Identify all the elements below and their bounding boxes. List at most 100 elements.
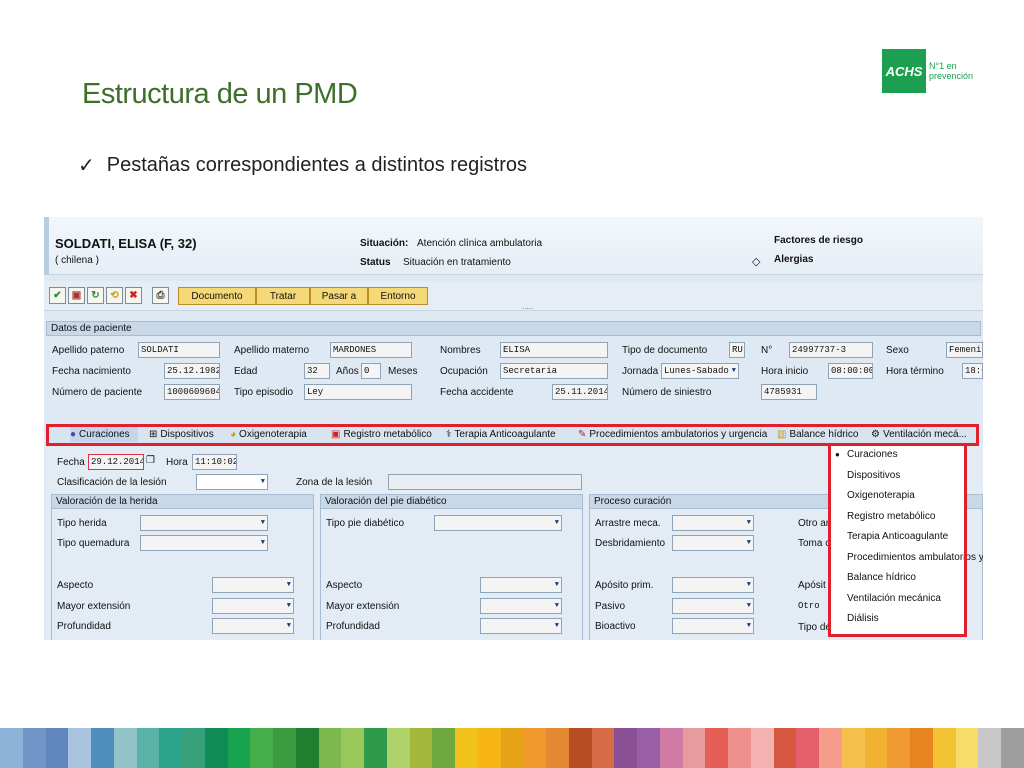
apellido-materno-field[interactable]: MARDONES [330,342,412,358]
hora-field[interactable]: 11:10:02 [192,454,237,470]
menu-tratar[interactable]: Tratar [256,287,310,305]
desbridamiento-select[interactable] [672,535,754,551]
fecha-accidente-field[interactable]: 25.11.2014 [552,384,608,400]
stripe-segment [841,728,865,768]
alergias-label[interactable]: Alergias [774,254,813,265]
clasificacion-label: Clasificación de la lesión [57,477,167,488]
stripe-segment [250,728,273,768]
check-button-icon[interactable]: ✔ [49,287,66,304]
ocupacion-field[interactable]: Secretaria [500,363,608,379]
pie-title: Valoración del pie diabético [320,494,583,509]
stripe-segment [409,728,433,768]
back-icon[interactable]: ↻ [87,287,104,304]
meses-label: Meses [388,366,418,377]
jornada-select[interactable]: Lunes-Sabado [661,363,739,379]
pie-mayor-extension-label: Mayor extensión [326,601,400,612]
profundidad-select[interactable] [212,618,294,634]
cancel-icon[interactable]: ✖ [125,287,142,304]
num-field[interactable]: 24997737-3 [789,342,873,358]
situacion-label: Situación: [360,238,409,249]
diamond-icon[interactable]: ◇ [752,255,760,268]
ocupacion-label: Ocupación [440,366,488,377]
stripe-segment [295,728,319,768]
fecha-nac-label: Fecha nacimiento [52,366,131,377]
tipo-pie-label: Tipo pie diabético [326,518,405,529]
logo-mark: ACHS [882,49,926,93]
stripe-segment [136,728,160,768]
tipo-quemadura-select[interactable] [140,535,268,551]
exit-icon[interactable]: ⟲ [106,287,123,304]
stripe-segment [500,728,524,768]
logo-tagline-1: N°1 en [929,61,957,71]
zona-field[interactable] [388,474,582,490]
stripe-segment [955,728,979,768]
tipo-episodio-field[interactable]: Ley [304,384,412,400]
aspecto-select[interactable] [212,577,294,593]
stripe-segment [22,728,46,768]
num-paciente-field[interactable]: 1000609604 [164,384,220,400]
pie-profundidad-label: Profundidad [326,621,380,632]
pie-aspecto-select[interactable] [480,577,562,593]
pasivo-select[interactable] [672,598,754,614]
stripe-segment [773,728,797,768]
menu-entorno[interactable]: Entorno [368,287,428,305]
stripe-segment [68,728,91,768]
header-edge [44,217,49,275]
tipo-pie-select[interactable] [434,515,562,531]
jornada-label: Jornada [622,366,659,377]
decorative-color-stripe [0,728,1024,768]
tipo-herida-select[interactable] [140,515,268,531]
pasivo-label: Pasivo [595,601,626,612]
pie-mayor-extension-select[interactable] [480,598,562,614]
mayor-extension-select[interactable] [212,598,294,614]
factores-label[interactable]: Factores de riesgo [774,235,863,246]
aposito-label: Apósit [798,580,826,591]
fecha-nac-field[interactable]: 25.12.1982 [164,363,220,379]
arrastre-select[interactable] [672,515,754,531]
edad-field[interactable]: 32 [304,363,330,379]
calendar-icon[interactable]: ❐ [146,455,155,466]
stripe-segment [887,728,910,768]
bullet-item: ✓ Pestañas correspondientes a distintos … [78,153,527,178]
apellido-paterno-label: Apellido paterno [52,345,125,356]
aposito-prim-select[interactable] [672,577,754,593]
stripe-segment [523,728,546,768]
toma-c-label: Toma c [798,538,831,549]
stripe-segment [728,728,751,768]
tipo-herida-label: Tipo herida [57,518,107,529]
tipo-doc-field[interactable]: RU [729,342,745,358]
pie-profundidad-select[interactable] [480,618,562,634]
print-icon[interactable]: ⎙ [152,287,169,304]
datos-paciente-title: Datos de paciente [46,321,981,336]
anos-label: Años [336,366,359,377]
anos-field[interactable]: 0 [361,363,381,379]
stripe-segment [591,728,615,768]
herida-title: Valoración de la herida [51,494,314,509]
apellido-paterno-field[interactable]: SOLDATI [138,342,220,358]
menu-pasar-a[interactable]: Pasar a [310,287,368,305]
hora-inicio-field[interactable]: 08:00:00 [828,363,873,379]
hora-termino-label: Hora término [886,366,944,377]
fecha-accidente-label: Fecha accidente [440,387,514,398]
menu-documento[interactable]: Documento [178,287,256,305]
fecha-field[interactable]: 29.12.2014 [88,454,144,470]
stripe-segment [432,728,455,768]
bioactivo-label: Bioactivo [595,621,636,632]
profundidad-label: Profundidad [57,621,111,632]
bioactivo-select[interactable] [672,618,754,634]
slide-title: Estructura de un PMD [82,78,358,110]
clasificacion-select[interactable] [196,474,268,490]
hora-termino-field[interactable]: 18:00:00 [962,363,983,379]
arrastre-label: Arrastre meca. [595,518,661,529]
aspecto-label: Aspecto [57,580,94,591]
nombres-field[interactable]: ELISA [500,342,608,358]
stripe-segment [0,728,23,768]
sexo-field[interactable]: Femenino [946,342,983,358]
logo-tagline: N°1 en prevención [929,61,973,81]
save-icon[interactable]: ▣ [68,287,85,304]
sexo-label: Sexo [886,345,909,356]
num-siniestro-field[interactable]: 4785931 [761,384,817,400]
nombres-label: Nombres [440,345,481,356]
desbridamiento-label: Desbridamiento [595,538,666,549]
stripe-segment [45,728,69,768]
